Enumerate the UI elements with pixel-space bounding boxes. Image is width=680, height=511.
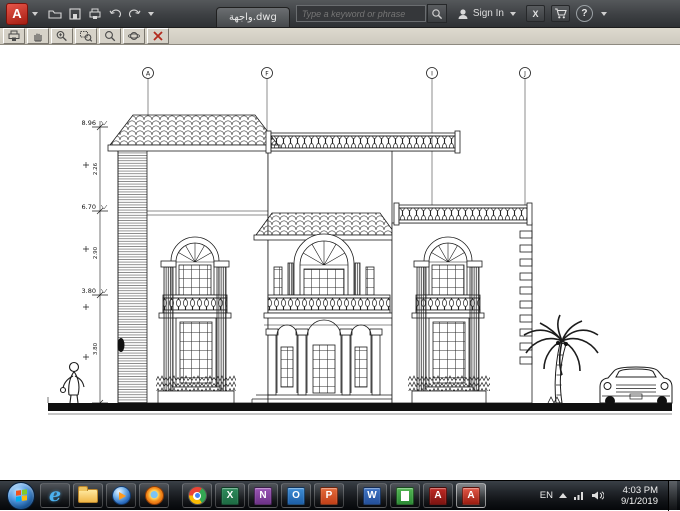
taskbar-outlook[interactable]: O [281,483,311,508]
search-icon[interactable] [426,4,447,23]
adobe-reader-icon: A [429,486,447,505]
undo-icon[interactable] [106,5,124,22]
drawing-canvas[interactable]: A F I J 8.96 6.70 3.80 2.26 2.90 3.80 [0,45,680,480]
right-wing [391,202,533,404]
app-logo-letter: A [12,6,22,21]
taskbar-media-player[interactable] [106,483,136,508]
person-figure [59,361,85,404]
exchange-apps-icon[interactable]: X [525,5,545,22]
user-icon [458,8,468,19]
taskbar-powerpoint[interactable]: P [314,483,344,508]
taskbar-green-app[interactable] [390,483,420,508]
search-input[interactable] [295,5,426,22]
green-app-icon [396,486,414,505]
taskbar-onenote[interactable]: N [248,483,278,508]
taskbar-icons: e X N O P W A A [40,483,486,508]
title-bar: A واجهة.dwg Sign In X [0,0,680,28]
plot-icon[interactable] [86,5,104,22]
taskbar-excel[interactable]: X [215,483,245,508]
outlook-icon: O [287,486,305,505]
redo-icon[interactable] [126,5,144,22]
exchange-glyph: X [532,8,539,19]
help-glyph: ? [581,8,588,19]
dimension-lines: 8.96 6.70 3.80 2.26 2.90 3.80 [82,119,108,407]
sign-in-label: Sign In [472,8,504,19]
show-desktop-button[interactable] [668,480,677,511]
level-label: 8.96 [82,119,96,127]
clock[interactable]: 4:03 PM 9/1/2019 [610,485,658,507]
autocad-icon: A [462,486,480,505]
taskbar-internet-explorer[interactable]: e [40,483,70,508]
system-tray: EN 4:03 PM 9/1/2019 [540,480,677,511]
taskbar-explorer[interactable] [73,483,103,508]
word-icon: W [363,486,381,505]
clock-date: 9/1/2019 [621,495,658,507]
elevation-drawing: A F I J 8.96 6.70 3.80 2.26 2.90 3.80 [47,67,673,415]
level-label: 3.80 [82,287,96,295]
orbit-icon[interactable] [123,28,145,44]
app-logo-button[interactable]: A [6,2,28,25]
language-indicator[interactable]: EN [540,490,553,501]
app-menu-caret-icon[interactable] [32,11,38,16]
onenote-icon: N [254,486,272,505]
zoom-previous-icon[interactable] [99,28,121,44]
network-icon[interactable] [573,490,585,501]
segment-dim: 2.26 [93,162,99,175]
zoom-realtime-icon[interactable] [51,28,73,44]
file-tab-label: واجهة.dwg [229,12,277,23]
grid-bubble-label: F [265,71,269,78]
start-button[interactable] [7,481,35,510]
qat-customize-caret-icon[interactable] [148,11,154,16]
close-preview-icon[interactable] [147,28,169,44]
file-tab[interactable]: واجهة.dwg [216,7,290,27]
help-caret-icon[interactable] [600,11,607,16]
zoom-window-icon[interactable] [75,28,97,44]
pan-hand-icon[interactable] [27,28,49,44]
taskbar-adobe-reader[interactable]: A [423,483,453,508]
print-icon[interactable] [3,28,25,44]
cart-icon[interactable] [550,5,570,22]
palm-tree [523,314,599,404]
tray-expand-icon[interactable] [559,493,567,498]
preview-toolbar [0,28,680,45]
save-icon[interactable] [66,5,84,22]
taskbar-chrome[interactable] [182,483,212,508]
media-player-icon [111,486,131,505]
taskbar: e X N O P W A A EN 4:03 PM 9/1/2019 [0,480,680,511]
taskbar-autocad-active[interactable]: A [456,483,486,508]
search-bar [295,4,447,23]
taskbar-firefox[interactable] [139,483,169,508]
help-icon[interactable]: ? [575,5,593,22]
segment-dim: 3.80 [93,342,99,355]
sign-in-caret-icon [509,11,516,16]
segment-dim: 2.90 [93,246,99,259]
ie-icon: e [48,484,62,506]
car [599,366,673,406]
taskbar-word[interactable]: W [357,483,387,508]
quick-access-toolbar [46,5,158,22]
excel-icon: X [221,486,239,505]
left-wing [107,114,281,404]
grid-bubble-label: I [431,71,433,78]
level-label: 6.70 [82,203,96,211]
volume-icon[interactable] [591,490,604,501]
windows-flag-icon [15,489,27,502]
clock-time: 4:03 PM [622,484,658,496]
firefox-icon [144,486,164,505]
chrome-icon [187,486,207,505]
sign-in-button[interactable]: Sign In [457,8,520,20]
titlebar-right-cluster: Sign In X ? [457,5,611,22]
folder-icon [78,485,98,503]
powerpoint-icon: P [320,486,338,505]
grid-bubble-label: J [523,71,526,78]
open-file-icon[interactable] [46,5,64,22]
